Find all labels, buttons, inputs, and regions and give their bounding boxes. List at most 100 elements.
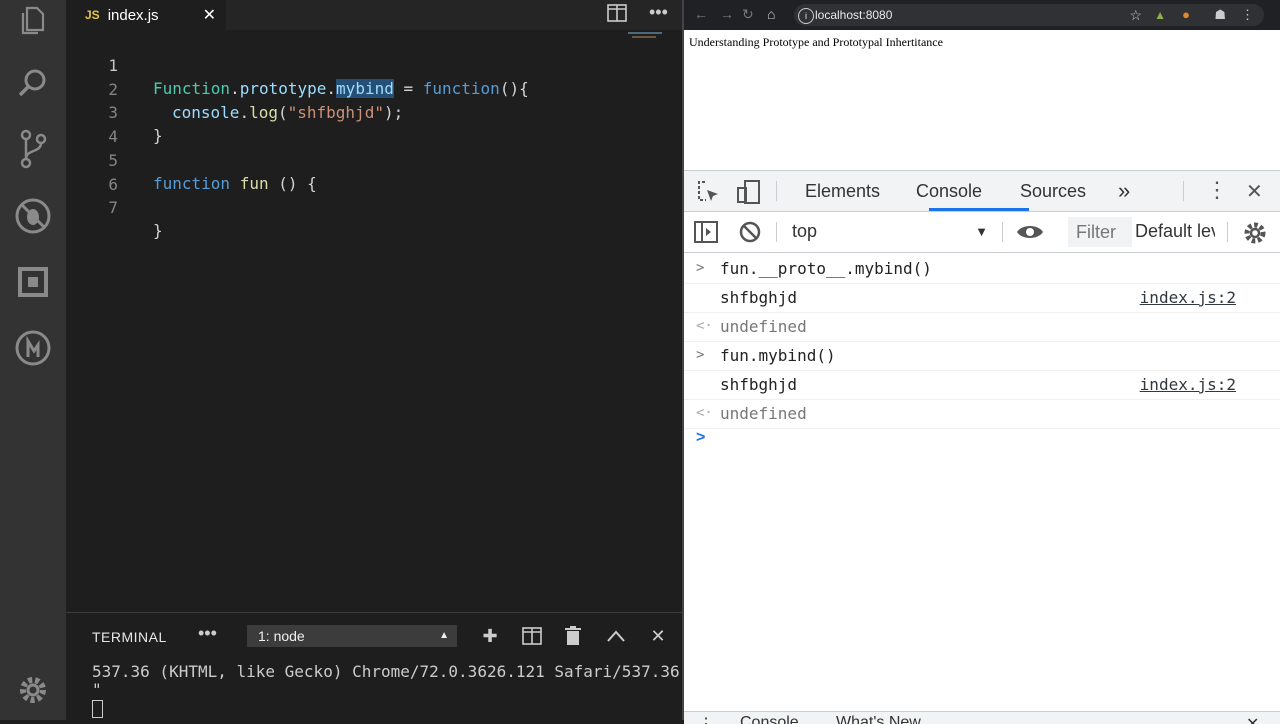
kill-terminal-trash-icon[interactable]	[560, 623, 586, 649]
code-line-7[interactable]: 7 }	[66, 173, 626, 240]
toolbar-divider	[776, 181, 777, 201]
close-panel-icon[interactable]: ✕	[645, 623, 671, 649]
minimap[interactable]	[628, 32, 676, 40]
code-line-5[interactable]: 5 function fun () {	[66, 126, 626, 193]
terminal-cursor	[92, 699, 103, 718]
console-input-row[interactable]: > fun.mybind()	[684, 341, 1280, 371]
console-command: fun.__proto__.mybind()	[720, 259, 932, 278]
result-arrow-icon: <·	[696, 405, 713, 421]
editor-tab-bar: JS index.js ✕ •••	[66, 0, 682, 30]
console-result-row: <· undefined	[684, 399, 1280, 429]
settings-gear-icon[interactable]	[14, 671, 52, 709]
terminal-output-line: "	[92, 680, 102, 699]
source-link[interactable]: index.js:2	[1140, 370, 1236, 399]
bookmark-star-icon[interactable]: ☆	[1129, 4, 1142, 26]
clear-console-icon[interactable]	[739, 221, 761, 248]
more-actions-icon[interactable]: •••	[649, 2, 668, 23]
url-text: localhost:8080	[815, 8, 893, 22]
code-line-1[interactable]: 1 Function.prototype.mybind = function()…	[66, 31, 626, 98]
devtools-menu-icon[interactable]: ⋮	[1206, 177, 1228, 203]
debug-icon[interactable]	[14, 197, 52, 235]
site-info-icon[interactable]: i	[798, 8, 814, 24]
toolbar-divider	[1002, 222, 1003, 242]
terminal-panel: TERMINAL ••• 1: node ▲ ✚ ✕ 537.36 (KHTML…	[66, 612, 682, 721]
code-line-4[interactable]: 4	[66, 102, 626, 146]
toolbar-divider	[776, 222, 777, 242]
code-token: }	[153, 221, 163, 240]
address-bar[interactable]: i localhost:8080 ☆ ▲ ● ☗ ⋮	[794, 4, 1264, 26]
tab-sources[interactable]: Sources	[1020, 181, 1086, 202]
code-line-6[interactable]: 6	[66, 150, 626, 194]
extensions-icon[interactable]	[14, 263, 52, 301]
browser-toolbar: ← → ↻ ⌂ i localhost:8080 ☆ ▲ ● ☗ ⋮	[684, 0, 1280, 30]
tab-console[interactable]: Console	[916, 181, 982, 202]
console-filter-input[interactable]: Filter	[1068, 217, 1132, 247]
cookie-extension-icon[interactable]: ●	[1182, 4, 1190, 26]
console-prompt[interactable]: >	[696, 429, 705, 447]
tab-elements[interactable]: Elements	[805, 181, 880, 202]
devtools-panel: Elements Console Sources » ⋮ ✕ top ▼ Fil…	[684, 170, 1280, 724]
extension-icon[interactable]: ▲	[1154, 4, 1166, 26]
terminal-shell-select[interactable]: 1: node ▲	[247, 625, 457, 647]
tab-index-js[interactable]: JS index.js ✕	[66, 0, 226, 30]
console-log-text: shfbghjd	[720, 288, 798, 307]
console-log-row: shfbghjd index.js:2	[684, 283, 1280, 313]
home-icon[interactable]: ⌂	[767, 6, 775, 22]
drawer-menu-icon[interactable]: ⋮	[698, 714, 714, 724]
input-chevron-icon: >	[696, 260, 705, 276]
editor-area: JS index.js ✕ ••• 1 Function.prototype.m…	[66, 0, 682, 612]
new-terminal-icon[interactable]: ✚	[477, 623, 503, 649]
back-icon[interactable]: ←	[694, 6, 708, 22]
code-line-3[interactable]: 3 }	[66, 78, 626, 145]
close-drawer-icon[interactable]: ✕	[1246, 714, 1259, 724]
log-levels-dropdown[interactable]: Default levels	[1135, 221, 1215, 242]
input-chevron-icon: >	[696, 347, 705, 363]
device-toolbar-icon[interactable]	[736, 179, 762, 210]
devtools-tab-bar: Elements Console Sources » ⋮ ✕	[684, 171, 1280, 212]
split-terminal-icon[interactable]	[519, 623, 545, 649]
terminal-shell-label: 1: node	[258, 628, 305, 644]
code-line-2[interactable]: 2 console.log("shfbghjd");	[66, 55, 626, 122]
terminal-output-line: 537.36 (KHTML, like Gecko) Chrome/72.0.3…	[92, 662, 680, 681]
drawer-tab-whats-new[interactable]: What's New	[836, 714, 921, 724]
tab-filename: index.js	[107, 6, 159, 24]
incognito-icon[interactable]: ☗	[1214, 4, 1226, 26]
show-sidebar-icon[interactable]	[694, 221, 718, 248]
console-log-row: shfbghjd index.js:2	[684, 370, 1280, 400]
inspect-element-icon[interactable]	[696, 180, 720, 209]
explorer-icon[interactable]	[14, 2, 52, 40]
source-link[interactable]: index.js:2	[1140, 283, 1236, 312]
context-selector[interactable]: top ▼	[792, 221, 988, 242]
terminal-output[interactable]: 537.36 (KHTML, like Gecko) Chrome/72.0.3…	[92, 663, 680, 718]
console-result-row: <· undefined	[684, 312, 1280, 342]
result-arrow-icon: <·	[696, 318, 713, 334]
console-command: fun.mybind()	[720, 346, 836, 365]
remote-explorer-icon[interactable]	[14, 329, 52, 367]
console-settings-gear-icon[interactable]	[1243, 221, 1267, 250]
live-expression-eye-icon[interactable]	[1016, 222, 1044, 247]
js-file-icon: JS	[85, 8, 100, 22]
menu-icon[interactable]: ⋮	[1241, 4, 1254, 26]
forward-icon[interactable]: →	[720, 6, 734, 22]
terminal-title[interactable]: TERMINAL	[92, 629, 167, 645]
maximize-panel-chevron-up-icon[interactable]	[603, 623, 629, 649]
more-tabs-icon[interactable]: »	[1118, 178, 1130, 204]
console-input-row[interactable]: > fun.__proto__.mybind()	[684, 254, 1280, 284]
context-label: top	[792, 221, 818, 241]
activity-bar	[0, 0, 66, 720]
close-devtools-icon[interactable]: ✕	[1246, 179, 1263, 204]
terminal-more-icon[interactable]: •••	[198, 623, 217, 644]
dropdown-arrow-icon: ▼	[975, 224, 988, 239]
console-log-text: shfbghjd	[720, 375, 798, 394]
devtools-drawer: ⋮ Console What's New ✕	[684, 711, 1280, 724]
console-toolbar: top ▼ Filter Default levels	[684, 212, 1280, 253]
page-heading: Understanding Prototype and Prototypal I…	[689, 35, 943, 49]
search-icon[interactable]	[14, 64, 52, 102]
close-tab-icon[interactable]: ✕	[203, 5, 216, 25]
reload-icon[interactable]: ↻	[742, 6, 754, 23]
split-editor-icon[interactable]	[607, 4, 627, 27]
console-result: undefined	[720, 404, 807, 423]
source-control-icon[interactable]	[14, 129, 52, 169]
drawer-tab-console[interactable]: Console	[740, 714, 799, 724]
browser-window: ← → ↻ ⌂ i localhost:8080 ☆ ▲ ● ☗ ⋮ Under…	[684, 0, 1280, 724]
